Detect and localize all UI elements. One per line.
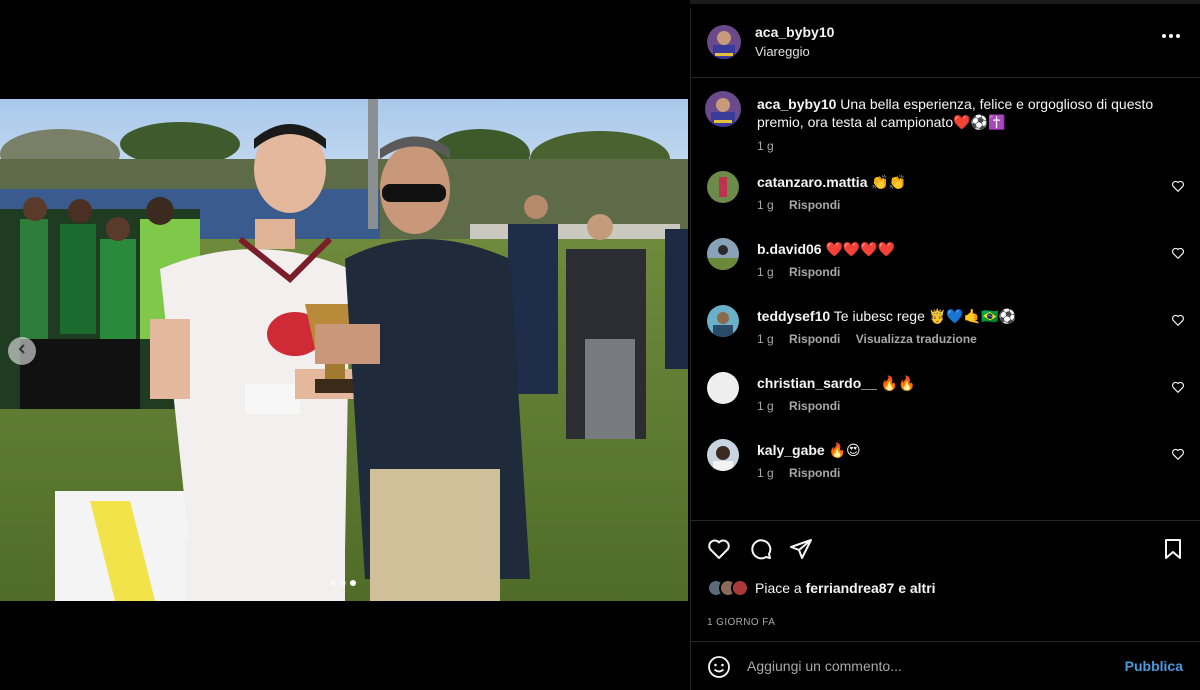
commenter-avatar[interactable]	[707, 171, 739, 203]
caption-avatar[interactable]	[705, 91, 741, 127]
commenter-avatar[interactable]	[707, 372, 739, 404]
post-time[interactable]: 1 GIORNO FA	[707, 617, 775, 628]
post-side-panel: aca_byby10 Viareggio aca_byby10 Una bell…	[690, 8, 1200, 690]
heart-icon[interactable]	[1171, 380, 1185, 399]
publish-button[interactable]: Pubblica	[1125, 658, 1183, 674]
commenter-avatar[interactable]	[707, 238, 739, 270]
comment-text: christian_sardo__ 🔥🔥	[757, 374, 1177, 392]
reply-button[interactable]: Rispondi	[789, 198, 840, 212]
caption-text: aca_byby10 Una bella esperienza, felice …	[757, 95, 1177, 131]
comment-body: ❤️❤️❤️❤️	[825, 241, 896, 257]
comment-item: kaly_gabe 🔥😍 1 g Rispondi	[691, 433, 1200, 493]
comment-username[interactable]: teddysef10	[757, 308, 830, 324]
comment-text: kaly_gabe 🔥😍	[757, 441, 1177, 459]
comment-input[interactable]	[747, 654, 1107, 678]
carousel-dot	[330, 580, 336, 586]
comment-body: 🔥🔥	[880, 375, 916, 391]
comment-item: teddysef10 Te iubesc rege 🤴💙🤙🇧🇷⚽ 1 g Ris…	[691, 299, 1200, 359]
reply-button[interactable]: Rispondi	[789, 332, 840, 346]
author-username[interactable]: aca_byby10	[755, 24, 834, 40]
comment-username[interactable]: b.david06	[757, 241, 822, 257]
comment-icon[interactable]	[749, 537, 773, 566]
post-media	[0, 0, 690, 690]
comment-text: catanzaro.mattia 👏👏	[757, 173, 1177, 191]
previous-image-button[interactable]	[8, 337, 36, 365]
reply-button[interactable]: Rispondi	[789, 265, 840, 279]
comments-list[interactable]: aca_byby10 Una bella esperienza, felice …	[691, 79, 1200, 519]
comment-time: 1 g	[757, 265, 774, 279]
liker-avatar	[731, 579, 749, 597]
comment-username[interactable]: kaly_gabe	[757, 442, 825, 458]
comment-meta: 1 g Rispondi	[757, 265, 840, 279]
comment-meta: 1 g Rispondi	[757, 399, 840, 413]
comment-body: 🔥😍	[828, 442, 861, 458]
heart-icon[interactable]	[1171, 313, 1185, 332]
translate-button[interactable]: Visualizza traduzione	[856, 332, 977, 346]
heart-icon[interactable]	[1171, 447, 1185, 466]
comment-item: b.david06 ❤️❤️❤️❤️ 1 g Rispondi	[691, 232, 1200, 292]
comment-username[interactable]: christian_sardo__	[757, 375, 877, 391]
comment-body: 👏👏	[871, 174, 907, 190]
heart-icon[interactable]	[1171, 179, 1185, 198]
likes-text: Piace a ferriandrea87 e altri	[755, 580, 936, 596]
comment-time: 1 g	[757, 332, 774, 346]
comment-time: 1 g	[757, 466, 774, 480]
caption-username[interactable]: aca_byby10	[757, 96, 836, 112]
comment-item: catanzaro.mattia 👏👏 1 g Rispondi	[691, 165, 1200, 225]
carousel-dots	[330, 580, 356, 586]
comment-text: b.david06 ❤️❤️❤️❤️	[757, 240, 1177, 258]
post-header: aca_byby10 Viareggio	[691, 8, 1200, 78]
comment-username[interactable]: catanzaro.mattia	[757, 174, 867, 190]
heart-icon[interactable]	[1171, 246, 1185, 265]
comment-meta: 1 g Rispondi Visualizza traduzione	[757, 332, 977, 346]
comment-body: Te iubesc rege 🤴💙🤙🇧🇷⚽	[833, 308, 1016, 324]
emoji-icon[interactable]	[707, 655, 731, 684]
liker-username[interactable]: ferriandrea87	[806, 580, 895, 596]
commenter-avatar[interactable]	[707, 305, 739, 337]
comment-item: christian_sardo__ 🔥🔥 1 g Rispondi	[691, 366, 1200, 426]
comment-time: 1 g	[757, 399, 774, 413]
more-icon[interactable]	[1162, 34, 1180, 38]
likes-summary[interactable]: Piace a ferriandrea87 e altri	[707, 579, 936, 597]
comment-composer: Pubblica	[691, 641, 1200, 690]
post-photo[interactable]	[0, 99, 688, 601]
share-icon[interactable]	[789, 537, 813, 566]
caption-time: 1 g	[757, 139, 774, 153]
post-location[interactable]: Viareggio	[755, 44, 810, 59]
comment-text: teddysef10 Te iubesc rege 🤴💙🤙🇧🇷⚽	[757, 307, 1177, 325]
reply-button[interactable]: Rispondi	[789, 466, 840, 480]
commenter-avatar[interactable]	[707, 439, 739, 471]
heart-icon[interactable]	[707, 537, 731, 566]
comment-time: 1 g	[757, 198, 774, 212]
comment-meta: 1 g Rispondi	[757, 198, 840, 212]
bookmark-icon[interactable]	[1161, 537, 1185, 566]
author-avatar[interactable]	[707, 25, 741, 59]
post-actions: Piace a ferriandrea87 e altri 1 GIORNO F…	[691, 520, 1200, 640]
chevron-left-icon	[16, 342, 28, 360]
reply-button[interactable]: Rispondi	[789, 399, 840, 413]
carousel-dot-active	[350, 580, 356, 586]
comment-meta: 1 g Rispondi	[757, 466, 840, 480]
carousel-dot	[340, 580, 346, 586]
